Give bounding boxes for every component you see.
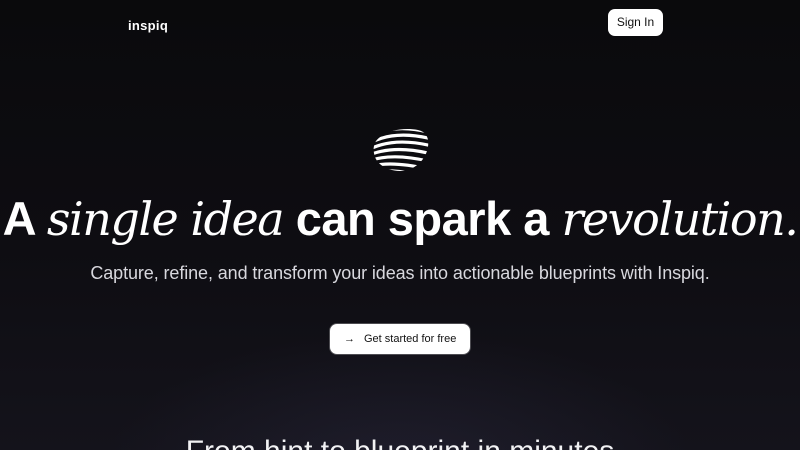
site-header: inspiq Sign In bbox=[0, 0, 800, 48]
headline-emphasis-1: single idea bbox=[46, 192, 285, 246]
arrow-right-icon: → bbox=[344, 333, 355, 345]
headline-part-1: A bbox=[2, 192, 47, 245]
features-section-title: From hint to blueprint in minutes bbox=[0, 432, 800, 450]
get-started-label: Get started for free bbox=[364, 333, 457, 345]
hero-subheadline: Capture, refine, and transform your idea… bbox=[90, 263, 710, 283]
headline-emphasis-2: revolution. bbox=[561, 192, 798, 246]
hero-headline: A single idea can spark a revolution. bbox=[0, 188, 800, 250]
headline-part-3: can spark a bbox=[283, 192, 562, 245]
sign-in-button[interactable]: Sign In bbox=[608, 9, 663, 36]
logo-link[interactable]: inspiq bbox=[128, 18, 168, 33]
get-started-button[interactable]: → Get started for free bbox=[330, 324, 470, 354]
wave-stripes-logo-icon bbox=[372, 127, 430, 173]
